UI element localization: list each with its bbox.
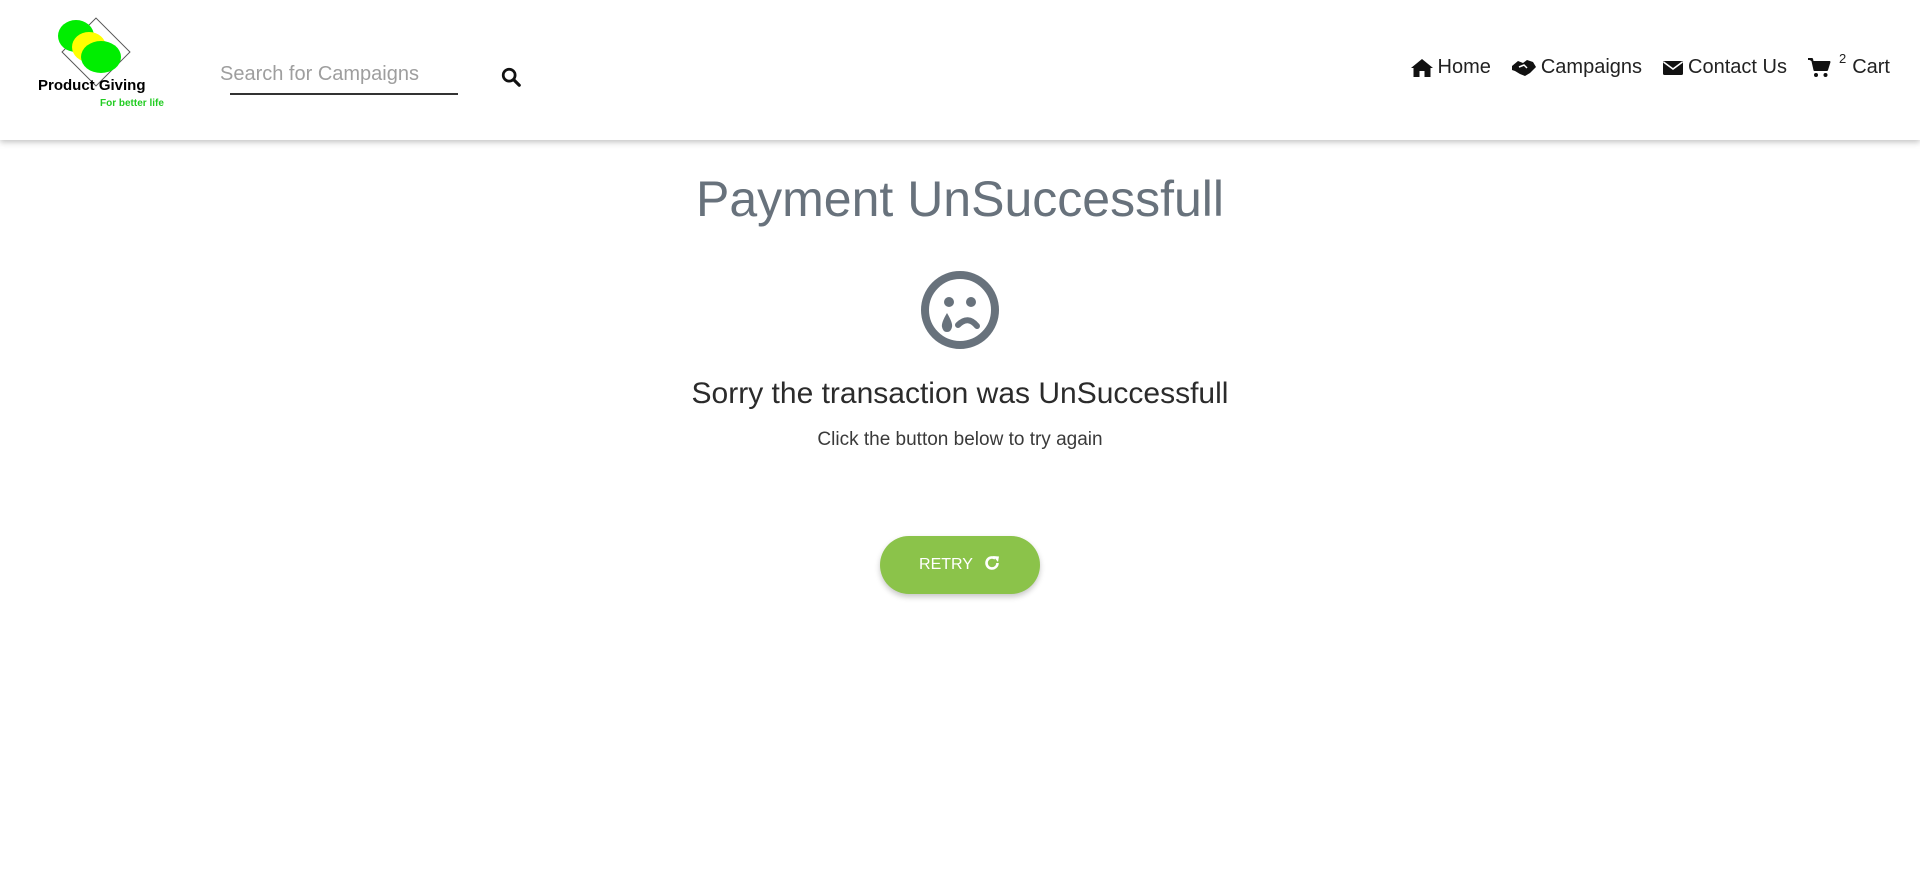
- sad-tear-icon: [920, 270, 1000, 350]
- envelope-icon: [1662, 59, 1684, 77]
- retry-button[interactable]: RETRY: [880, 536, 1040, 594]
- search-icon[interactable]: [500, 66, 526, 92]
- nav-home[interactable]: Home: [1410, 56, 1491, 79]
- svg-text:For better life: For better life: [100, 98, 164, 109]
- page-title: Payment UnSuccessfull: [695, 171, 1224, 227]
- nav-contact[interactable]: Contact Us: [1662, 56, 1787, 79]
- handshake-icon: [1511, 57, 1537, 79]
- cart-count-badge: 2: [1838, 51, 1847, 66]
- cart-icon: [1807, 57, 1831, 79]
- nav-campaigns-label: Campaigns: [1540, 56, 1643, 78]
- retry-hint: Click the button below to try again: [817, 429, 1103, 450]
- nav-cart[interactable]: 2 Cart: [1807, 51, 1890, 79]
- main-nav: Home Campaigns Contact Us 2 Cart: [1410, 51, 1890, 79]
- nav-contact-label: Contact Us: [1688, 56, 1787, 78]
- retry-button-label: RETRY: [919, 556, 973, 573]
- search-underline: [230, 93, 458, 95]
- home-icon: [1410, 57, 1434, 79]
- nav-campaigns[interactable]: Campaigns: [1511, 56, 1642, 79]
- search-box: [220, 56, 460, 96]
- status-message: Sorry the transaction was UnSuccessfull: [691, 377, 1229, 410]
- svg-text:Product Giving: Product Giving: [38, 77, 146, 94]
- search-input[interactable]: [220, 56, 460, 92]
- main-content: Payment UnSuccessfull Sorry the transact…: [0, 140, 1920, 878]
- redo-icon: [983, 554, 1001, 577]
- nav-home-label: Home: [1437, 56, 1491, 78]
- nav-cart-label: Cart: [1852, 56, 1890, 78]
- brand-logo[interactable]: Product Giving For better life: [34, 12, 184, 112]
- site-header: Product Giving For better life Home: [0, 0, 1920, 140]
